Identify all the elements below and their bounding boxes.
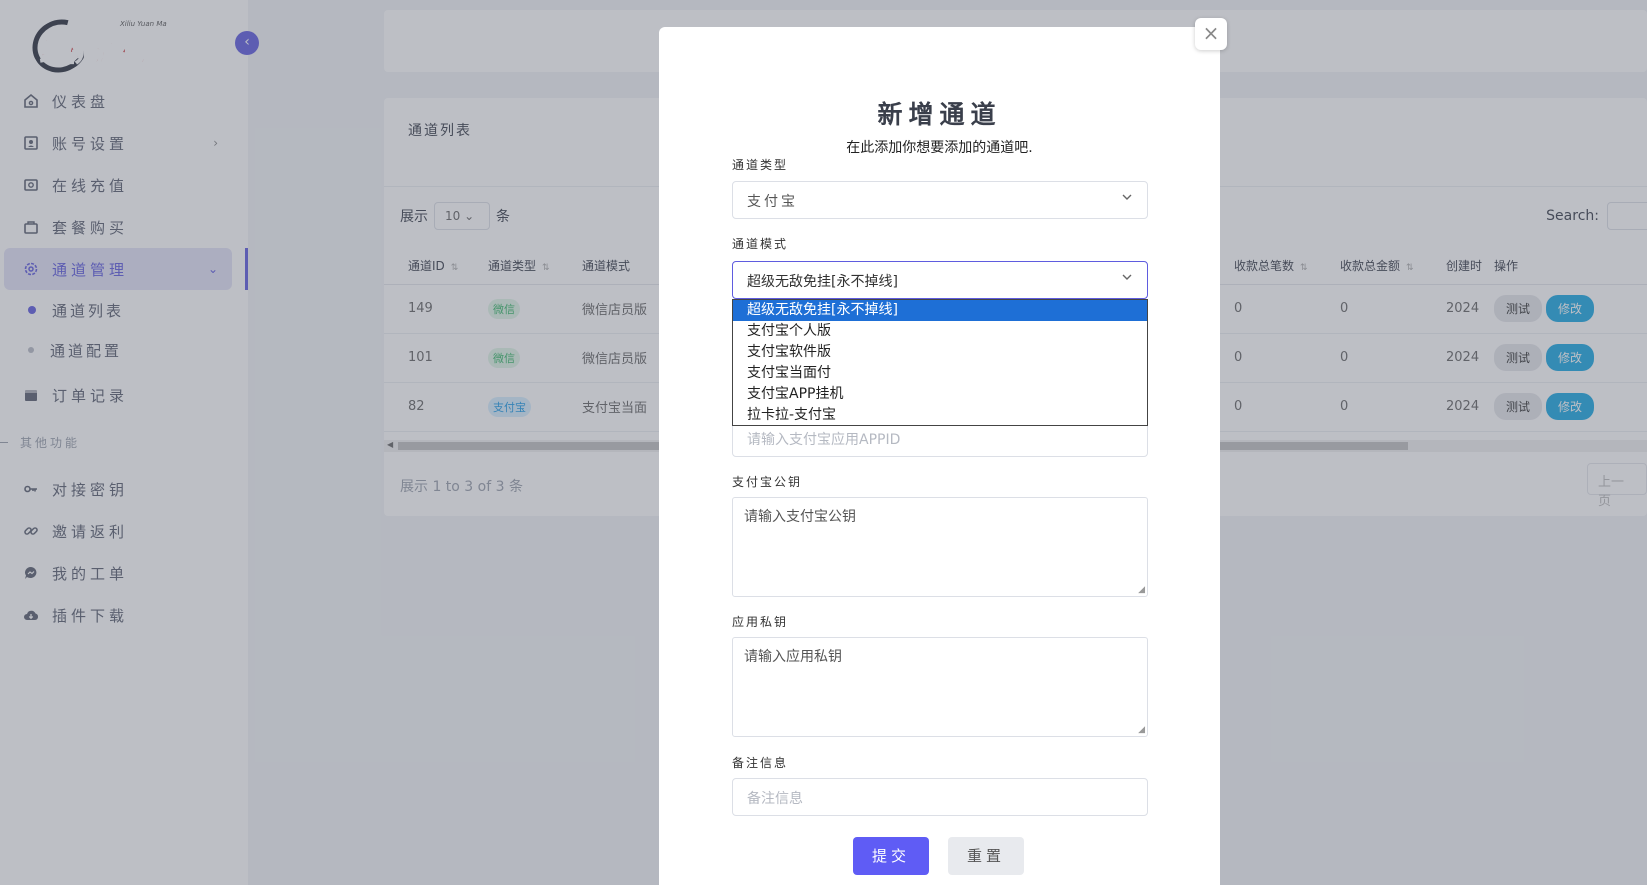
remark-label: 备注信息: [732, 756, 789, 770]
close-icon: ×: [1202, 21, 1220, 45]
submit-button[interactable]: 提交: [853, 837, 929, 875]
alipay-public-key-label: 支付宝公钥: [732, 475, 803, 489]
app-private-key-label: 应用私钥: [732, 615, 789, 629]
channel-mode-value: 超级无敌免挂[永不掉线]: [747, 274, 898, 290]
dropdown-option[interactable]: 支付宝个人版: [733, 321, 1147, 342]
remark-input[interactable]: 备注信息: [732, 778, 1148, 816]
modal-subtitle: 在此添加你想要添加的通道吧.: [846, 140, 1033, 156]
dropdown-option[interactable]: 支付宝软件版: [733, 342, 1147, 363]
modal-title: 新增通道: [877, 100, 1002, 129]
chevron-down-icon: [1121, 191, 1133, 206]
channel-mode-label: 通道模式: [732, 237, 789, 251]
resize-handle-icon[interactable]: ◢: [1138, 725, 1145, 735]
reset-button[interactable]: 重置: [948, 837, 1024, 875]
dropdown-option[interactable]: 超级无敌免挂[永不掉线]: [733, 300, 1147, 321]
app-private-key-textarea[interactable]: 请输入应用私钥 ◢: [732, 637, 1148, 737]
textarea-placeholder: 请输入应用私钥: [744, 649, 842, 665]
channel-mode-select[interactable]: 超级无敌免挂[永不掉线]: [732, 261, 1148, 299]
resize-handle-icon[interactable]: ◢: [1138, 585, 1145, 595]
channel-type-value: 支付宝: [747, 194, 798, 210]
dropdown-option[interactable]: 支付宝APP挂机: [733, 384, 1147, 405]
chevron-down-icon: [1121, 271, 1133, 286]
dropdown-option[interactable]: 拉卡拉-支付宝: [733, 405, 1147, 426]
dropdown-option[interactable]: 支付宝当面付: [733, 363, 1147, 384]
add-channel-modal: 新增通道 在此添加你想要添加的通道吧. 通道类型 支付宝 通道模式 超级无敌免挂…: [659, 27, 1220, 885]
modal-close-button[interactable]: ×: [1195, 18, 1227, 50]
channel-type-select[interactable]: 支付宝: [732, 181, 1148, 219]
channel-type-label: 通道类型: [732, 158, 789, 172]
channel-mode-dropdown: 超级无敌免挂[永不掉线] 支付宝个人版 支付宝软件版 支付宝当面付 支付宝APP…: [732, 299, 1148, 426]
alipay-public-key-textarea[interactable]: 请输入支付宝公钥 ◢: [732, 497, 1148, 597]
textarea-placeholder: 请输入支付宝公钥: [744, 509, 856, 525]
